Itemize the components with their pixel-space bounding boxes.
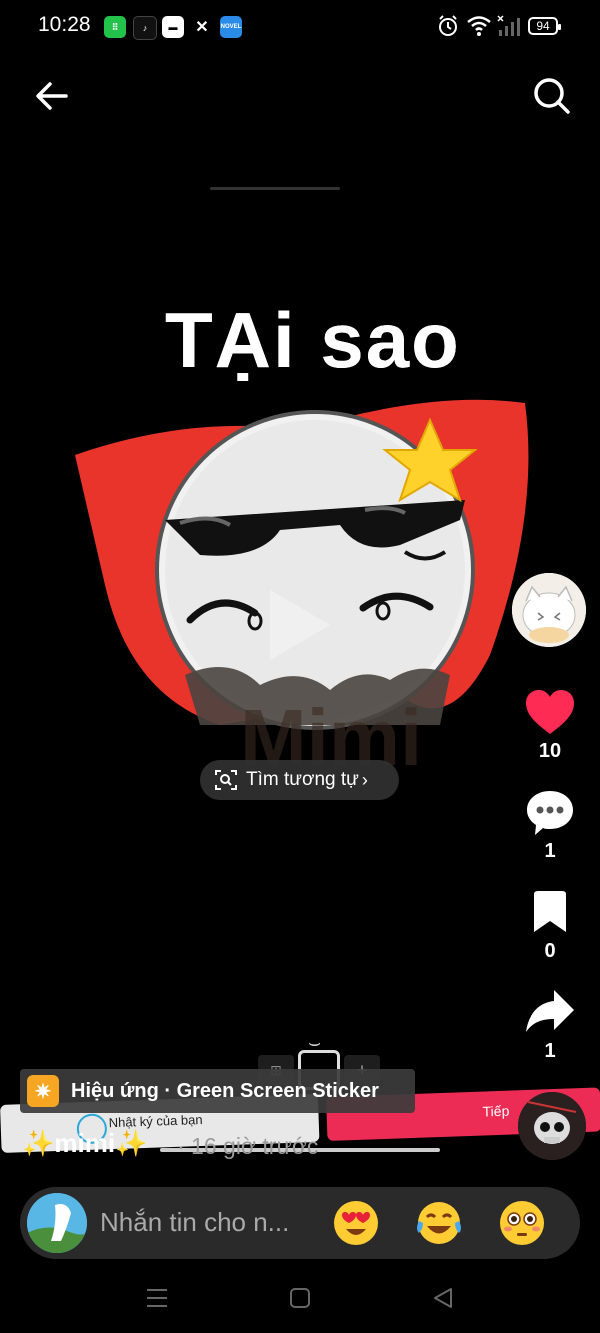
search-icon[interactable] (532, 76, 572, 116)
bookmark-count: 0 (544, 940, 556, 962)
music-disc[interactable] (518, 1092, 586, 1160)
share-count: 1 (544, 1040, 556, 1062)
sticker-artwork: Mimi (75, 399, 529, 782)
video-divider (210, 187, 340, 190)
chevron-right-icon: › (361, 769, 368, 790)
message-input[interactable]: Nhắn tin cho n... (100, 1207, 289, 1238)
like-count: 10 (538, 740, 562, 762)
next-label: Tiếp (482, 1102, 510, 1120)
tears-of-joy-emoji-icon[interactable] (415, 1199, 463, 1247)
chevron-down-icon: ⌣ (308, 1032, 322, 1054)
post-time: · 16 giờ trước (177, 1133, 319, 1159)
novel-app-notification-icon: NOVEL (220, 16, 242, 38)
heart-icon[interactable] (524, 688, 576, 736)
arrow-left-icon[interactable] (34, 78, 70, 114)
app-notification-icon: ⠿ (104, 16, 126, 38)
comment-icon[interactable] (524, 788, 576, 838)
visual-search-icon (215, 770, 237, 790)
effect-tag[interactable]: ✷ Hiệu ứng · Green Screen Sticker (20, 1069, 415, 1113)
tiktok-notification-icon: ♪ (133, 16, 157, 40)
effect-label: Hiệu ứng · Green Screen Sticker (71, 1079, 379, 1102)
comment-count: 1 (544, 840, 556, 862)
menu-icon[interactable] (146, 1287, 168, 1309)
effect-sparkle-icon: ✷ (27, 1075, 59, 1107)
back-triangle-icon[interactable] (432, 1287, 454, 1309)
status-bar: 10:28 ⠿ ♪ ▬ ✕ NOVEL 94 (0, 0, 600, 55)
heart-eyes-emoji-icon[interactable] (332, 1199, 380, 1247)
find-similar-label: Tìm tương tự (246, 769, 359, 790)
battery-indicator: 94 (528, 17, 561, 35)
user-avatar-icon (27, 1193, 87, 1253)
signal-icon (497, 15, 520, 36)
alarm-icon (439, 15, 457, 36)
author-avatar[interactable] (512, 573, 586, 647)
wifi-icon (467, 16, 491, 36)
bookmark-icon[interactable] (530, 890, 570, 934)
home-icon[interactable] (289, 1287, 311, 1309)
system-navigation-bar (0, 1265, 600, 1333)
flushed-emoji-icon[interactable] (498, 1199, 546, 1247)
video-overlay-text: TẠi sao (165, 296, 461, 384)
skull-disc-icon (518, 1092, 586, 1160)
find-similar-button[interactable]: Tìm tương tự › (200, 760, 399, 800)
status-time: 10:28 (38, 13, 91, 36)
author-username[interactable]: ✨mimi✨ (22, 1128, 147, 1159)
share-icon[interactable] (524, 988, 576, 1034)
capcut-notification-icon: ✕ (191, 16, 213, 38)
user-avatar[interactable] (27, 1193, 87, 1253)
app-notification-icon: ▬ (162, 16, 184, 38)
cat-avatar-icon (512, 573, 586, 647)
